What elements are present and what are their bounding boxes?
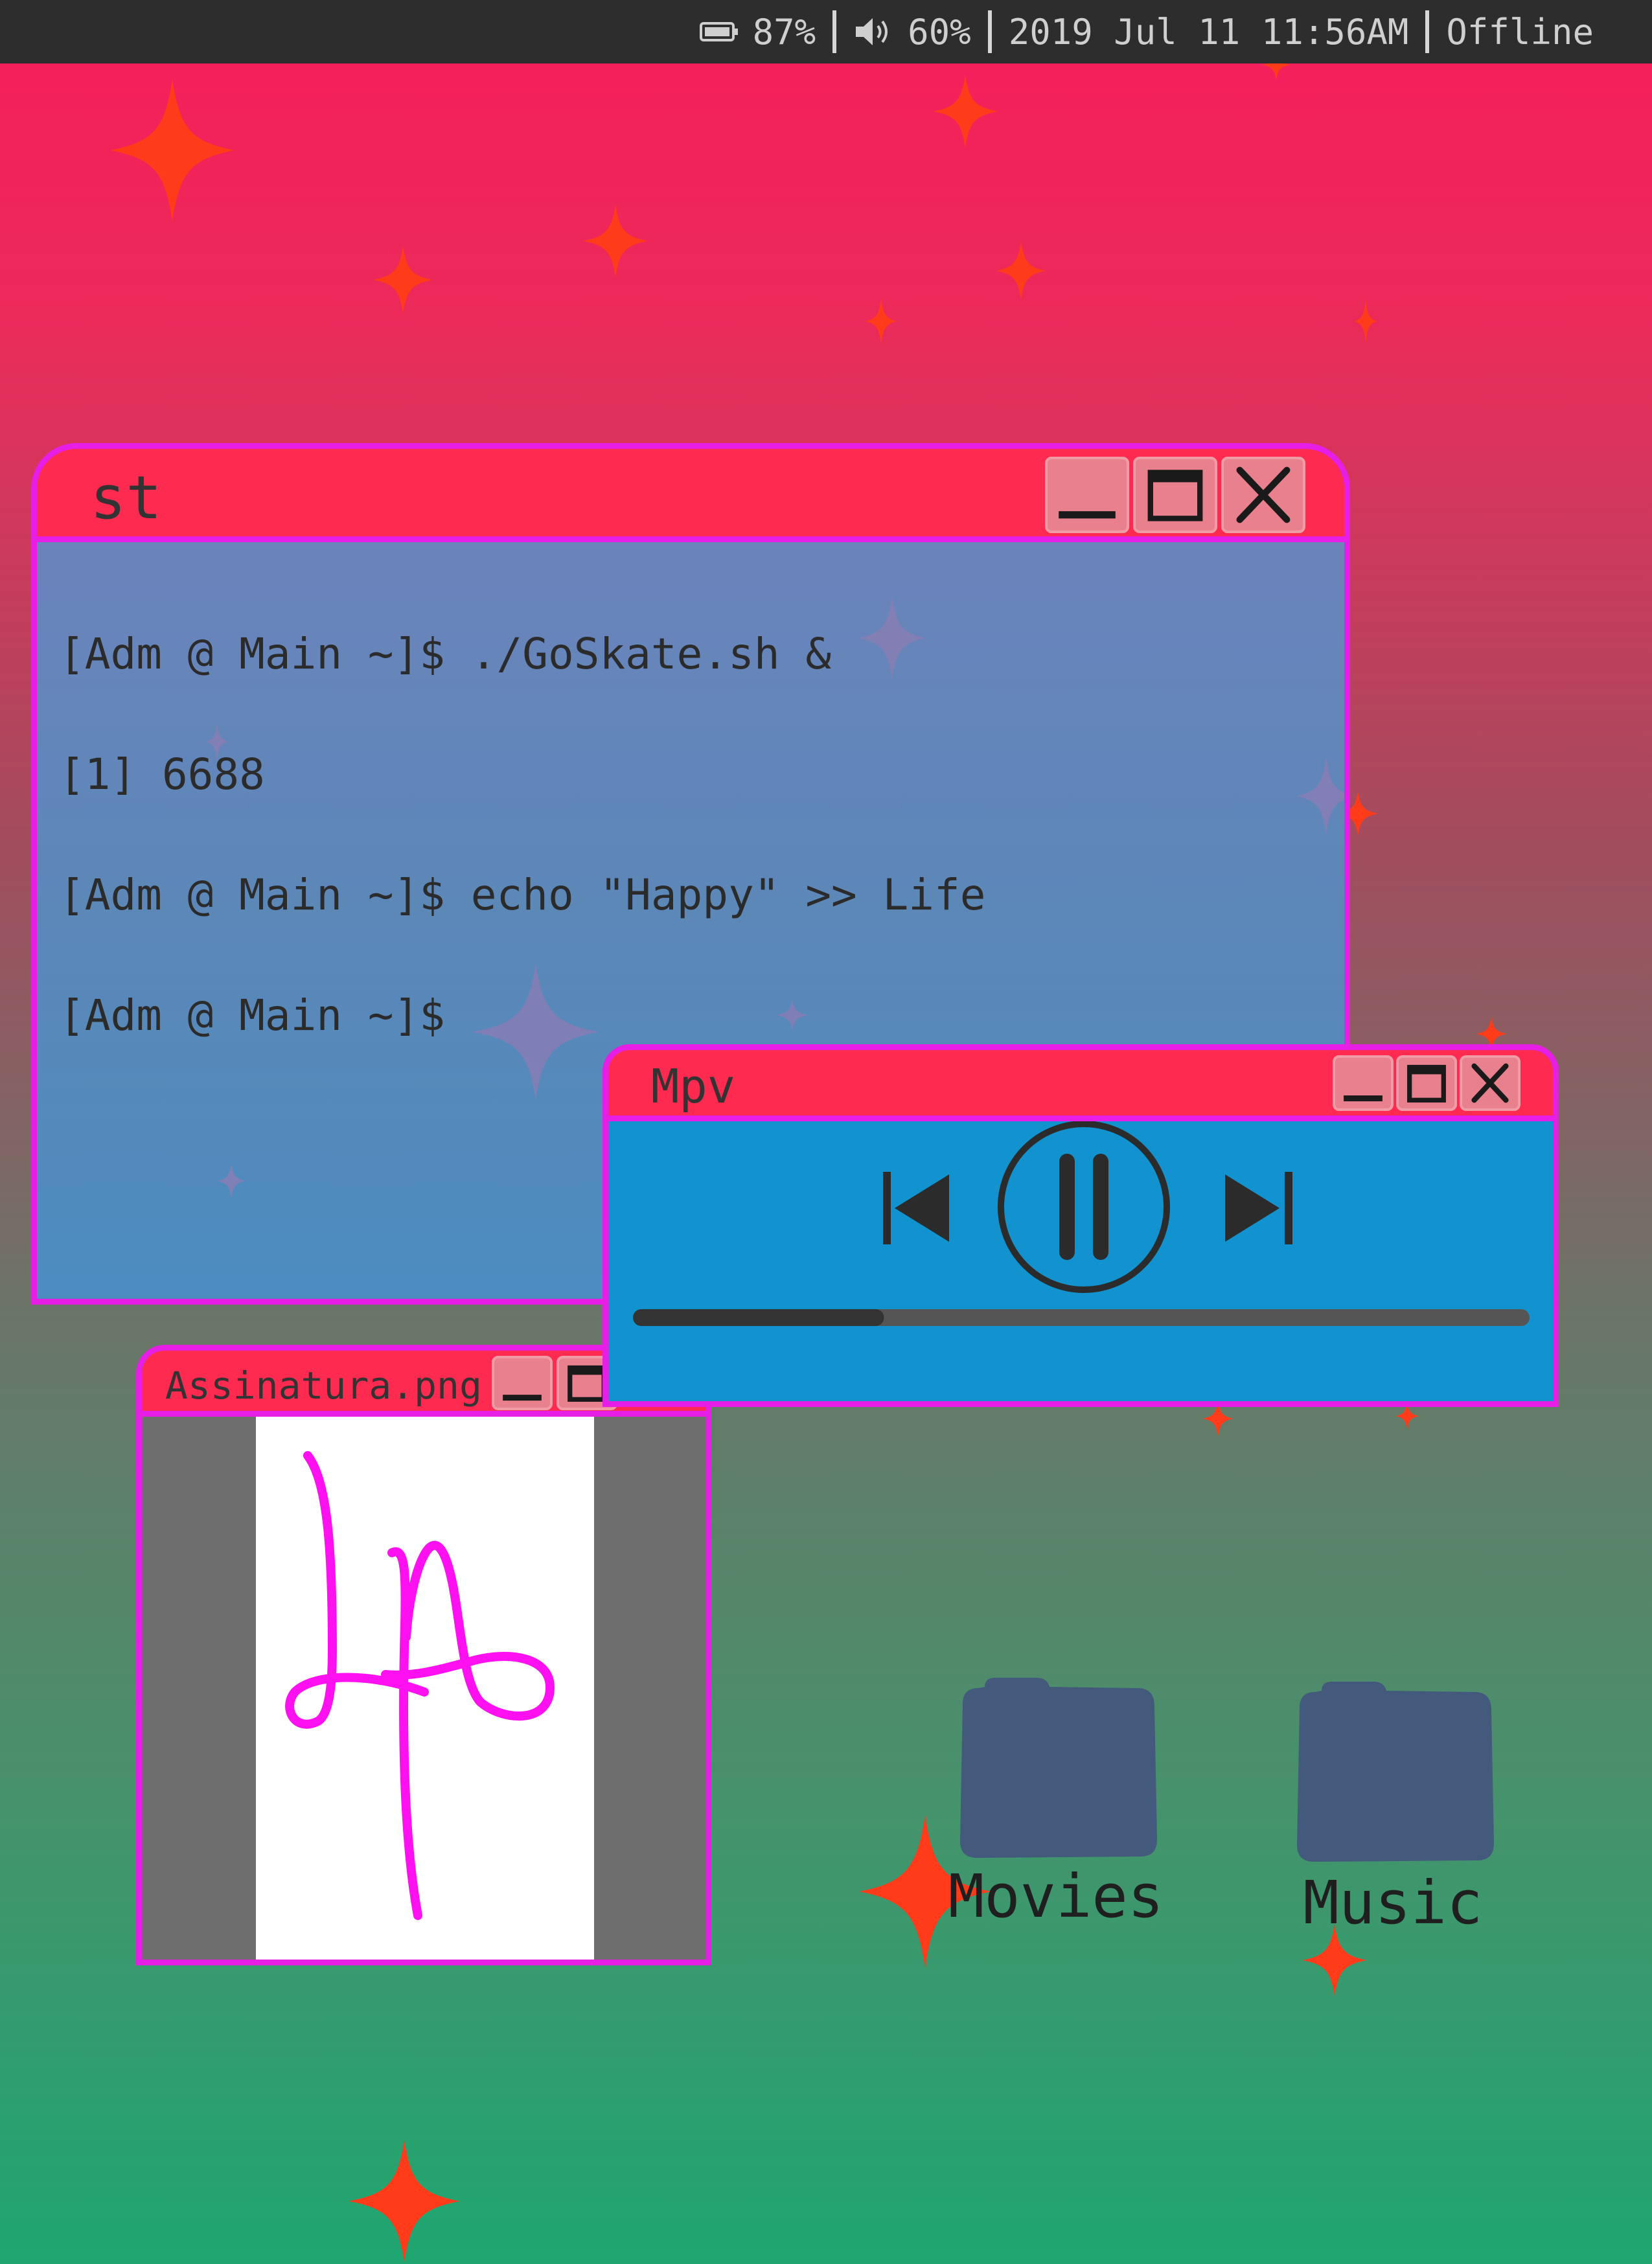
image-viewer-title: Assinatura.png — [165, 1364, 482, 1408]
desktop-folder-music[interactable]: Music — [1276, 1675, 1509, 1938]
track-title: I Miss You — [608, 1400, 1553, 1401]
terminal-title: st — [90, 463, 162, 532]
previous-button[interactable] — [883, 1172, 949, 1244]
minimize-icon — [503, 1395, 542, 1401]
media-player-body: I Miss You — [608, 1121, 1553, 1401]
folder-label: Music — [1303, 1868, 1483, 1938]
terminal-line: [Adm @ Main ~]$ ./GoSkate.sh & — [59, 629, 832, 679]
status-bar: 87% 60% 2019 Jul 11 11:56AM Offline — [0, 0, 1652, 63]
pause-button[interactable] — [998, 1121, 1170, 1293]
battery-level: 87% — [752, 11, 816, 52]
datetime-text: 2019 Jul 11 11:56AM — [1008, 11, 1409, 52]
terminal-line: [Adm @ Main ~]$ echo "Happy" >> Life — [59, 870, 986, 920]
progress-bar[interactable] — [633, 1309, 1530, 1326]
clock[interactable]: 2019 Jul 11 11:56AM — [992, 12, 1426, 52]
sparkle-icon — [349, 2140, 460, 2262]
folder-icon — [1297, 1682, 1494, 1862]
pause-icon — [998, 1121, 1170, 1293]
close-icon — [1236, 466, 1291, 523]
sparkle-icon — [933, 75, 998, 148]
maximize-icon — [1407, 1064, 1446, 1103]
sparkle-icon — [996, 241, 1046, 301]
image-viewer-canvas — [142, 1417, 706, 1960]
folder-label: Movies — [948, 1862, 1164, 1931]
player-maximize-button[interactable] — [1396, 1055, 1457, 1111]
volume-indicator[interactable]: 60% — [836, 12, 988, 52]
terminal-titlebar[interactable]: st — [37, 449, 1344, 542]
next-icon — [1225, 1174, 1279, 1242]
battery-icon — [699, 22, 738, 41]
terminal-minimize-button[interactable] — [1045, 457, 1129, 533]
network-status: Offline — [1446, 11, 1594, 52]
maximize-icon — [1147, 470, 1203, 521]
desktop-folder-movies[interactable]: Movies — [933, 1671, 1179, 1931]
battery-indicator[interactable]: 87% — [683, 12, 833, 52]
sparkle-icon — [583, 205, 648, 277]
image-viewer-window[interactable]: Assinatura.png — [136, 1345, 711, 1965]
previous-icon — [883, 1172, 891, 1244]
network-indicator[interactable]: Offline — [1429, 12, 1652, 52]
sparkle-icon — [110, 79, 235, 222]
terminal-maximize-button[interactable] — [1133, 457, 1217, 533]
terminal-close-button[interactable] — [1221, 457, 1305, 533]
minimize-icon — [1059, 511, 1116, 519]
player-close-button[interactable] — [1460, 1055, 1520, 1111]
terminal-line: [1] 6688 — [59, 749, 265, 799]
folder-icon — [960, 1678, 1157, 1858]
next-button[interactable] — [1225, 1172, 1292, 1244]
minimize-icon — [1344, 1095, 1382, 1102]
player-controls — [633, 1121, 1530, 1326]
sparkle-icon — [866, 298, 897, 345]
speaker-icon — [856, 18, 888, 45]
sparkle-icon — [1354, 299, 1377, 343]
media-player-title: Mpv — [651, 1059, 736, 1114]
close-icon — [1471, 1063, 1509, 1103]
sparkle-icon — [373, 246, 433, 314]
player-minimize-button[interactable] — [1333, 1055, 1394, 1111]
viewer-minimize-button[interactable] — [492, 1356, 553, 1410]
progress-bar-fill — [633, 1309, 884, 1326]
terminal-line: [Adm @ Main ~]$ — [59, 990, 446, 1040]
signature-drawing — [285, 1451, 555, 1920]
media-player-titlebar[interactable]: Mpv — [608, 1050, 1553, 1121]
terminal-lines: [Adm @ Main ~]$ ./GoSkate.sh & [1] 6688 … — [59, 554, 985, 1116]
volume-level: 60% — [908, 11, 971, 52]
signature-image — [256, 1417, 594, 1960]
media-player-window[interactable]: Mpv — [602, 1044, 1559, 1407]
